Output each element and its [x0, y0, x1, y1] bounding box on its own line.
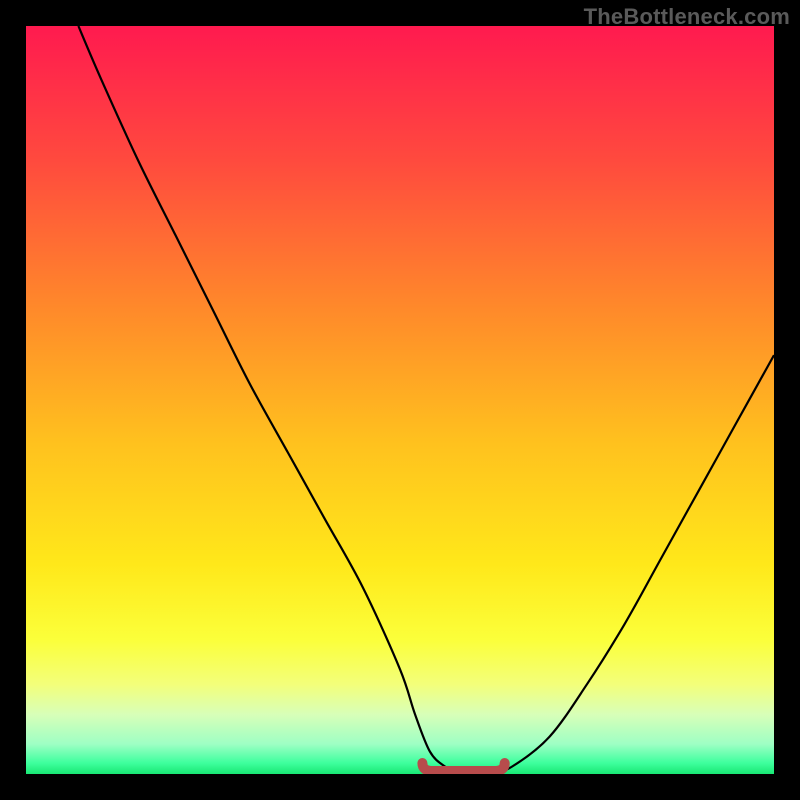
chart-svg — [26, 26, 774, 774]
chart-plot-area — [26, 26, 774, 774]
bottleneck-curve — [78, 26, 774, 774]
optimal-region-marker — [422, 763, 504, 771]
watermark-text: TheBottleneck.com — [584, 4, 790, 30]
